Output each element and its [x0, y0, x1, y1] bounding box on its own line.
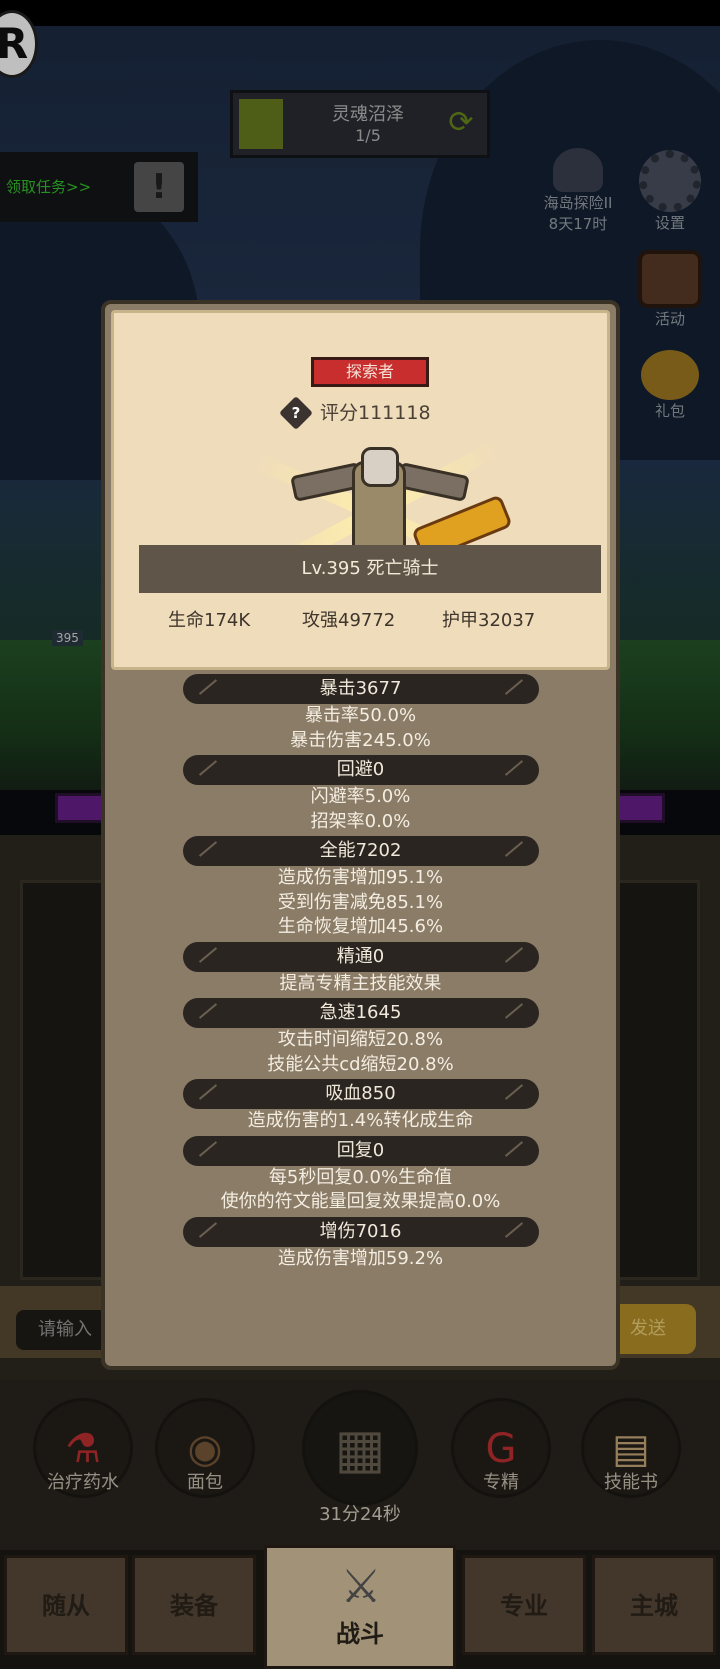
attribute-header: 吸血850 — [182, 1079, 539, 1109]
attribute-detail: 造成伤害的1.4%转化成生命 — [247, 1110, 474, 1131]
attribute-list: 暴击3677 暴击率50.0% 暴击伤害245.0% 回避0 闪避率5.0% 招架率0.0… — [105, 674, 616, 1271]
hero-head — [361, 447, 399, 487]
class-badge: 探索者 — [311, 357, 429, 387]
score-row: ? 评分111118 — [279, 396, 464, 430]
attribute-header: 全能7202 — [182, 836, 539, 866]
stat-hp: 生命174K — [168, 610, 251, 631]
attribute-header: 精通0 — [182, 941, 539, 972]
attribute-detail: 技能公共cd缩短20.8% — [267, 1053, 454, 1075]
attribute-detail: 暴击伤害245.0% — [290, 729, 431, 751]
attribute-detail: 每5秒回复0.0%生命值 — [268, 1166, 453, 1188]
attribute-header: 急速1645 — [182, 998, 539, 1028]
attribute-header: 回复0 — [182, 1135, 539, 1166]
attribute-header: 暴击3677 — [182, 674, 539, 704]
attribute-detail: 闪避率5.0% — [310, 786, 411, 807]
attribute-detail: 造成伤害增加95.1% — [277, 867, 444, 888]
attribute-detail: 生命恢复增加45.6% — [277, 916, 444, 937]
stat-attack: 攻强49772 — [302, 610, 396, 631]
attribute-header: 回避0 — [182, 755, 539, 785]
question-icon[interactable]: ? — [279, 396, 313, 430]
attribute-detail: 使你的符文能量回复效果提高0.0% — [220, 1191, 501, 1212]
stat-armor: 护甲32037 — [442, 610, 536, 631]
character-card: 探索者 ? 评分111118 Lv.395 死亡骑士 生命174K 攻强4977… — [111, 310, 610, 670]
attribute-detail: 暴击率50.0% — [304, 705, 417, 726]
attribute-detail: 受到伤害减免85.1% — [277, 891, 444, 913]
character-info-dialog: 探索者 ? 评分111118 Lv.395 死亡骑士 生命174K 攻强4977… — [101, 300, 620, 1370]
hero-level-name: Lv.395 死亡骑士 — [139, 545, 601, 593]
attribute-detail: 招架率0.0% — [310, 810, 411, 832]
attribute-detail: 提高专精主技能效果 — [279, 972, 442, 994]
game-scene: 395 R 灵魂沼泽 1/5 ⟳ 领取任务>> ! 海岛探险II 8天17时 设… — [0, 0, 720, 1669]
attribute-header: 增伤7016 — [182, 1216, 539, 1247]
attribute-detail: 造成伤害增加59.2% — [277, 1247, 444, 1269]
attribute-detail: 攻击时间缩短20.8% — [277, 1029, 444, 1050]
score-text: 评分111118 — [320, 402, 431, 424]
core-stats: 生命174K 攻强49772 护甲32037 — [114, 601, 613, 641]
